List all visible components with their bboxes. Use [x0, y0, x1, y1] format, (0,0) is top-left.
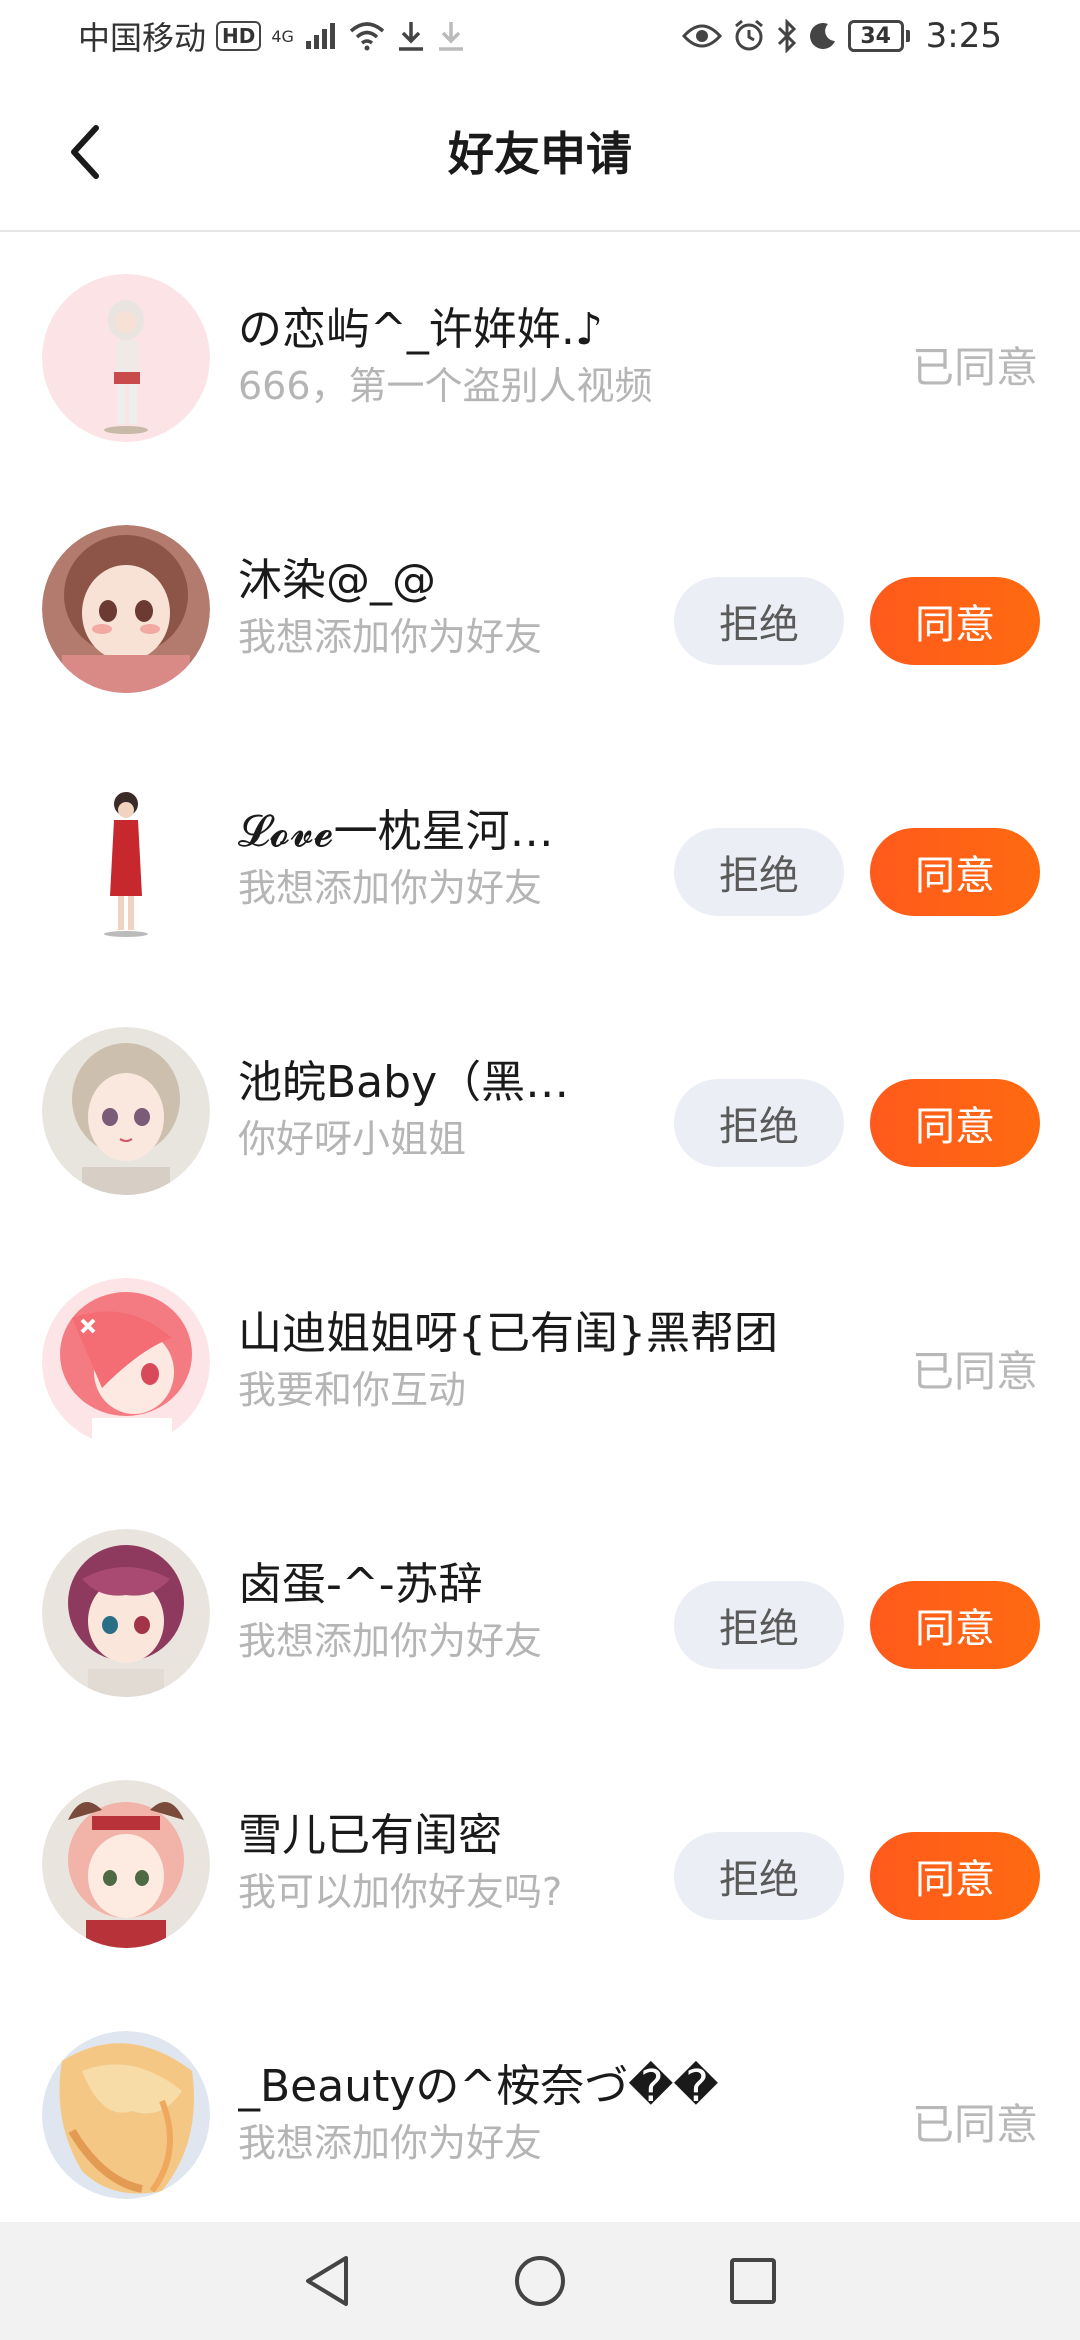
circle-home-icon [514, 2256, 565, 2306]
battery-level: 34 [847, 20, 904, 52]
request-info: の恋屿^_许姩姩.♪ 666，第一个盗别人视频 [238, 302, 878, 412]
signal-icon [305, 23, 335, 49]
avatar[interactable] [42, 1780, 210, 1948]
accept-button[interactable]: 同意 [870, 1581, 1040, 1669]
nickname: の恋屿^_许姩姩.♪ [238, 304, 603, 355]
request-message: 你好呀小姐姐 [238, 1117, 467, 1161]
request-info: _Beautyの^桉奈づ�� 我想添加你为好友 [238, 2059, 878, 2169]
request-message: 我想添加你为好友 [238, 1619, 543, 1663]
nickname: 沐染@_@ [238, 555, 436, 606]
network-label: 4G [271, 26, 294, 46]
request-row[interactable]: 𝓛𝓸𝓿𝓮一枕星河… 我想添加你为好友 拒绝 同意 [0, 736, 1080, 987]
avatar[interactable] [42, 525, 210, 693]
avatar[interactable] [42, 2031, 210, 2199]
nickname: 卤蛋-^-苏辞 [238, 1559, 483, 1610]
request-row[interactable]: 山迪姐姐呀{已有闺}黑帮团 我要和你互动 已同意 [0, 1238, 1080, 1489]
request-row[interactable]: の恋屿^_许姩姩.♪ 666，第一个盗别人视频 已同意 [0, 234, 1080, 485]
request-message: 我想添加你为好友 [238, 615, 543, 659]
accepted-status: 已同意 [911, 343, 1038, 392]
reject-button[interactable]: 拒绝 [674, 577, 844, 665]
request-info: 沐染@_@ 我想添加你为好友 [238, 553, 618, 663]
avatar[interactable] [42, 776, 210, 944]
request-info: 山迪姐姐呀{已有闺}黑帮团 我要和你互动 [238, 1306, 878, 1416]
status-right: 34 3:25 [681, 16, 1002, 56]
accepted-status: 已同意 [911, 2100, 1038, 2149]
request-row[interactable]: _Beautyの^桉奈づ�� 我想添加你为好友 已同意 [0, 1991, 1080, 2242]
friend-request-list: の恋屿^_许姩姩.♪ 666，第一个盗别人视频 已同意 沐染@_@ 我想添加你为… [0, 234, 1080, 2242]
request-message: 我想添加你为好友 [238, 2121, 543, 2165]
triangle-back-icon [305, 2256, 348, 2306]
request-info: 池皖Baby（黑… 你好呀小姐姐 [238, 1055, 618, 1165]
status-left: 中国移动 HD 4G [78, 13, 466, 59]
nickname: 𝓛𝓸𝓿𝓮一枕星河… [238, 806, 554, 857]
accept-button[interactable]: 同意 [870, 828, 1040, 916]
chevron-left-icon [71, 125, 99, 179]
request-row[interactable]: 沐染@_@ 我想添加你为好友 拒绝 同意 [0, 485, 1080, 736]
accept-button[interactable]: 同意 [870, 1079, 1040, 1167]
accept-button[interactable]: 同意 [870, 1832, 1040, 1920]
reject-button[interactable]: 拒绝 [674, 1079, 844, 1167]
reject-button[interactable]: 拒绝 [674, 1581, 844, 1669]
avatar[interactable] [42, 1278, 210, 1446]
nav-recents-button[interactable] [718, 2246, 788, 2316]
request-info: 雪儿已有闺密 我可以加你好友吗? [238, 1808, 618, 1918]
wifi-icon [349, 22, 385, 51]
request-info: 𝓛𝓸𝓿𝓮一枕星河… 我想添加你为好友 [238, 804, 618, 914]
system-nav-bar [0, 2222, 1080, 2340]
download-icon [398, 22, 423, 51]
request-row[interactable]: 池皖Baby（黑… 你好呀小姐姐 拒绝 同意 [0, 987, 1080, 1238]
request-row[interactable]: 雪儿已有闺密 我可以加你好友吗? 拒绝 同意 [0, 1740, 1080, 1991]
square-recents-icon [730, 2258, 777, 2304]
avatar[interactable] [42, 1529, 210, 1697]
alarm-icon [734, 19, 763, 51]
accepted-status: 已同意 [911, 1347, 1038, 1396]
request-info: 卤蛋-^-苏辞 我想添加你为好友 [238, 1557, 618, 1667]
status-bar: 中国移动 HD 4G 34 3:25 [0, 0, 1080, 72]
reject-button[interactable]: 拒绝 [674, 828, 844, 916]
request-message: 我可以加你好友吗? [238, 1870, 563, 1914]
request-message: 我想添加你为好友 [238, 866, 543, 910]
back-button[interactable] [54, 122, 114, 182]
battery-icon: 34 [847, 20, 910, 52]
header: 好友申请 [0, 72, 1080, 232]
hd-badge: HD [216, 21, 262, 51]
nickname: _Beautyの^桉奈づ�� [238, 2061, 719, 2112]
request-message: 666，第一个盗别人视频 [238, 364, 653, 408]
bluetooth-icon [777, 19, 796, 53]
avatar[interactable] [42, 1027, 210, 1195]
accept-button[interactable]: 同意 [870, 577, 1040, 665]
request-message: 我要和你互动 [238, 1368, 467, 1412]
carrier-label: 中国移动 [78, 19, 207, 57]
page-title: 好友申请 [448, 127, 632, 181]
avatar[interactable] [42, 274, 210, 442]
request-row[interactable]: 卤蛋-^-苏辞 我想添加你为好友 拒绝 同意 [0, 1489, 1080, 1740]
nickname: 池皖Baby（黑… [238, 1057, 570, 1108]
nav-back-button[interactable] [292, 2246, 362, 2316]
download-pending-icon [438, 22, 463, 51]
nickname: 山迪姐姐呀{已有闺}黑帮团 [238, 1308, 778, 1359]
clock: 3:25 [925, 16, 1002, 56]
eye-icon [681, 24, 722, 48]
nickname: 雪儿已有闺密 [238, 1810, 502, 1861]
nav-home-button[interactable] [505, 2246, 575, 2316]
reject-button[interactable]: 拒绝 [674, 1832, 844, 1920]
moon-icon [809, 23, 835, 49]
